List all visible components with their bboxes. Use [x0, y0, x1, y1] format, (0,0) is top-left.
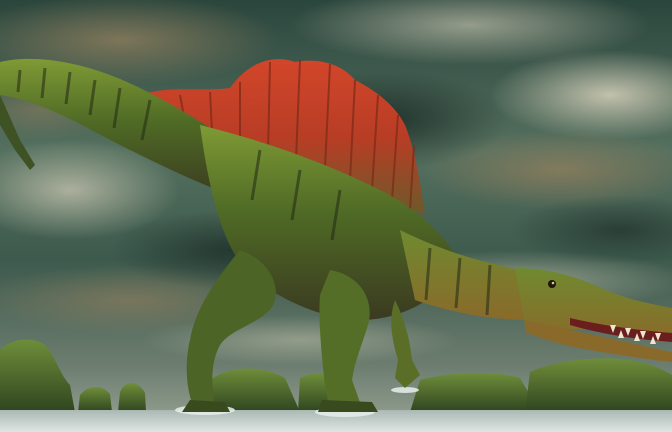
scene-canvas: [0, 0, 672, 432]
eye: [548, 280, 556, 288]
dinosaur-scene: [0, 0, 672, 432]
